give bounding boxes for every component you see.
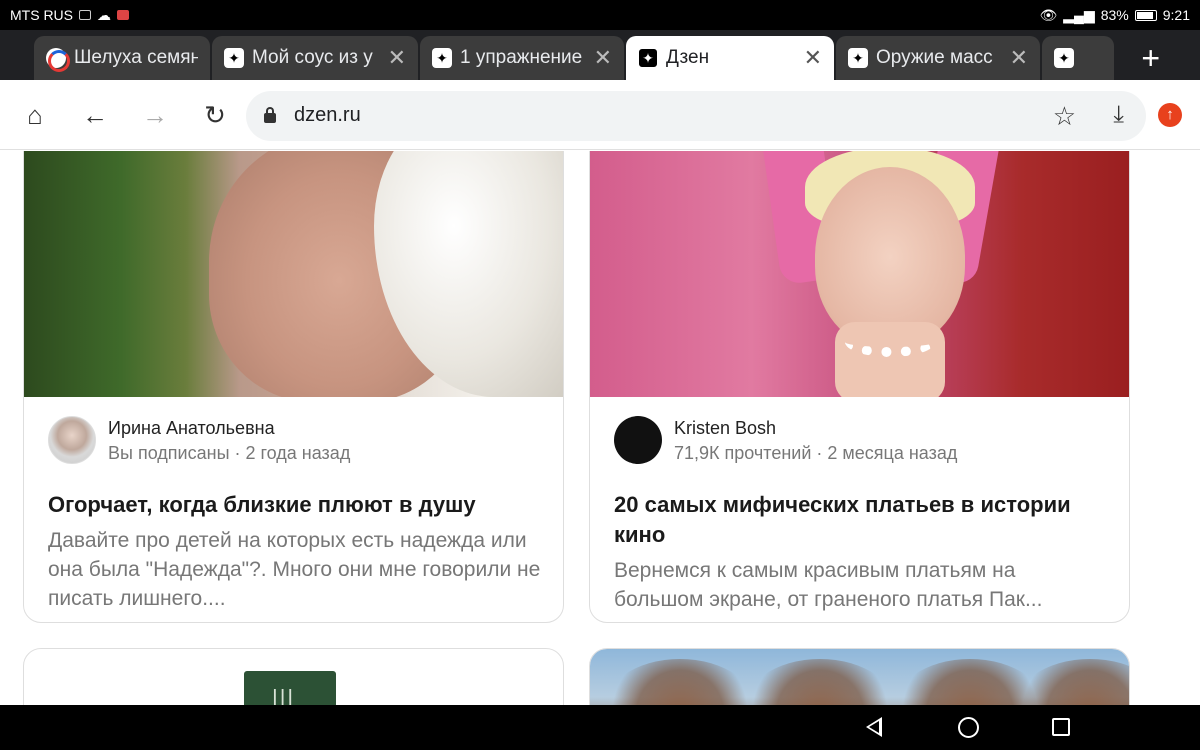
zen-icon: ✦: [224, 48, 244, 68]
author-name[interactable]: Ирина Анатольевна: [108, 418, 275, 439]
tab-2[interactable]: ✦ 1 упражнение ✕: [420, 36, 624, 80]
article-image[interactable]: [24, 151, 563, 397]
nav-back-icon[interactable]: [866, 717, 882, 737]
article-image[interactable]: |||: [244, 671, 336, 705]
battery-percent: 83%: [1100, 7, 1129, 23]
close-icon[interactable]: ✕: [594, 45, 612, 71]
article-card[interactable]: Kristen Bosh 71,9К прочтений · 2 месяца …: [589, 151, 1130, 623]
opera-icon: [46, 48, 70, 72]
app-notification-icon: [117, 10, 129, 20]
reload-icon[interactable]: ↻: [202, 102, 228, 128]
carrier-label: MTS RUS: [10, 7, 73, 23]
nav-recents-icon[interactable]: [1052, 718, 1070, 736]
cloud-icon: ☁: [97, 6, 111, 23]
tab-title: Мой соус из у: [252, 47, 373, 68]
zen-icon: ✦: [848, 48, 868, 68]
battery-icon: [1134, 9, 1157, 21]
address-bar[interactable]: dzen.ru ☆ ⤓: [246, 91, 1146, 141]
article-image[interactable]: [590, 151, 1129, 397]
tab-title: Оружие масс: [876, 47, 993, 68]
tab-3[interactable]: ✦ Дзен ✕: [626, 36, 834, 80]
download-icon[interactable]: ⤓: [1113, 101, 1124, 129]
article-snippet: Вернемся к самым красивым платьям на бол…: [614, 559, 1043, 611]
article-card[interactable]: Ирина Анатольевна Вы подписаны · 2 года …: [23, 151, 564, 623]
article-title[interactable]: 20 самых мифических платьев в истории ки…: [614, 490, 1109, 550]
system-nav-bar: [0, 705, 1200, 750]
feed: Ирина Анатольевна Вы подписаны · 2 года …: [0, 151, 1200, 705]
article-title[interactable]: Огорчает, когда близкие плюют в душу: [48, 490, 543, 520]
status-right: 👁 ▂▄▆ 83% 9:21: [1039, 7, 1190, 24]
tab-5[interactable]: ✦: [1042, 36, 1114, 80]
author-name[interactable]: Kristen Bosh: [674, 418, 776, 439]
eye-icon: 👁: [1039, 6, 1058, 23]
zen-icon: ✦: [638, 48, 658, 68]
tab-strip: Шелуха семян ✦ Мой соус из у ✕ ✦ 1 упраж…: [0, 30, 1200, 80]
avatar[interactable]: [614, 416, 662, 464]
tab-title: Шелуха семян: [74, 47, 198, 68]
new-tab-icon[interactable]: +: [1141, 42, 1160, 74]
close-icon[interactable]: ✕: [388, 45, 406, 71]
tab-1[interactable]: ✦ Мой соус из у ✕: [212, 36, 418, 80]
article-card[interactable]: [589, 648, 1130, 705]
clock: 9:21: [1162, 7, 1190, 23]
lock-icon: [264, 107, 276, 123]
zen-icon: ✦: [1054, 48, 1074, 68]
article-snippet: Давайте про детей на которых есть надежд…: [48, 529, 541, 610]
browser-toolbar: ⌂ ← → ↻ dzen.ru ☆ ⤓ ↑: [0, 80, 1200, 150]
star-icon[interactable]: ☆: [1053, 101, 1076, 132]
article-meta: Kristen Bosh 71,9К прочтений · 2 месяца …: [614, 416, 1104, 468]
update-icon[interactable]: ↑: [1158, 103, 1182, 127]
article-image[interactable]: [590, 649, 1129, 705]
status-left: MTS RUS ☁: [10, 7, 129, 24]
signal-icon: ▂▄▆: [1063, 6, 1095, 23]
article-card[interactable]: |||: [23, 648, 564, 705]
status-bar: MTS RUS ☁ 👁 ▂▄▆ 83% 9:21: [0, 0, 1200, 30]
back-icon[interactable]: ←: [82, 102, 108, 128]
tab-title: 1 упражнение: [460, 47, 583, 68]
article-stats: 71,9К прочтений · 2 месяца назад: [674, 443, 958, 463]
close-icon[interactable]: ✕: [1010, 45, 1028, 71]
article-stats: Вы подписаны · 2 года назад: [108, 443, 351, 463]
notification-icon: [79, 10, 91, 20]
article-meta: Ирина Анатольевна Вы подписаны · 2 года …: [48, 416, 538, 468]
close-icon[interactable]: ✕: [804, 45, 822, 71]
zen-icon: ✦: [432, 48, 452, 68]
tab-title: Дзен: [666, 47, 710, 68]
home-icon[interactable]: ⌂: [22, 102, 48, 128]
url-text[interactable]: dzen.ru: [294, 104, 361, 127]
tab-4[interactable]: ✦ Оружие масс ✕: [836, 36, 1040, 80]
forward-icon[interactable]: →: [142, 102, 168, 128]
avatar[interactable]: [48, 416, 96, 464]
nav-home-icon[interactable]: [958, 717, 979, 738]
tab-0[interactable]: Шелуха семян: [34, 36, 210, 80]
